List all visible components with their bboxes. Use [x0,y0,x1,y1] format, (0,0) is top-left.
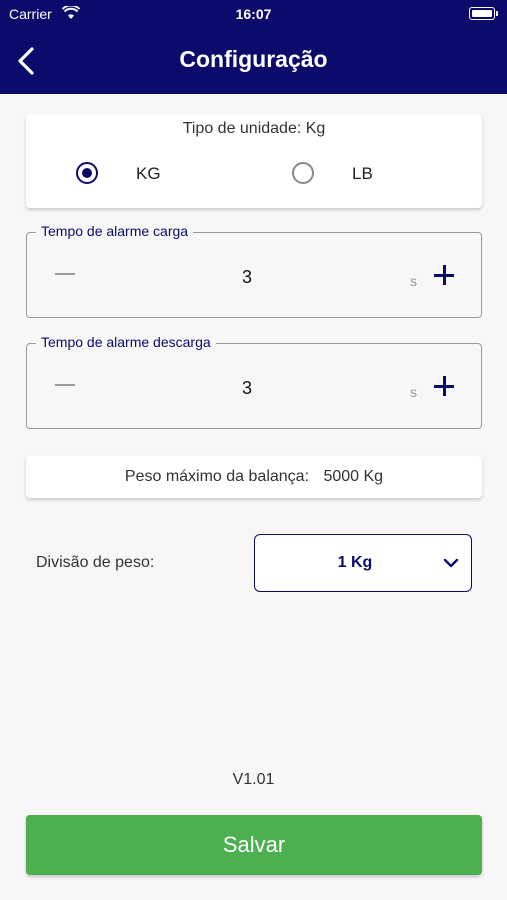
version-label: V1.01 [232,771,275,788]
alarm-load-legend: Tempo de alarme carga [36,223,194,239]
radio-lb-label[interactable]: LB [352,164,373,184]
settings-screen: Carrier 16:07 Configuração Tipo de unida… [0,0,507,900]
max-weight-value: 5000 Kg [323,468,384,485]
battery-icon [469,7,498,20]
increment-button[interactable] [434,265,454,285]
unit-type-title: Tipo de unidade: Kg [182,120,326,137]
radio-kg[interactable] [76,162,98,184]
seconds-unit: s [410,273,417,289]
weight-division-value: 1 Kg [337,554,373,571]
alarm-unload-legend: Tempo de alarme descarga [36,334,216,350]
max-weight-card: Peso máximo da balança: 5000 Kg [26,456,482,498]
seconds-unit: s [410,384,417,400]
radio-kg-label[interactable]: KG [136,164,161,184]
clock: 16:07 [235,6,272,22]
alarm-load-stepper: Tempo de alarme carga s [26,223,482,318]
app-header: Carrier 16:07 Configuração [0,0,507,94]
alarm-unload-input[interactable] [197,378,297,399]
decrement-button[interactable] [55,273,75,275]
weight-division-label: Divisão de peso: [36,554,155,571]
max-weight-label: Peso máximo da balança: [124,468,310,485]
chevron-down-icon [443,558,459,568]
alarm-unload-stepper: Tempo de alarme descarga s [26,334,482,429]
page-title: Configuração [179,46,328,72]
weight-division-select[interactable]: 1 Kg [254,534,472,592]
increment-button[interactable] [434,376,454,396]
unit-type-card: Tipo de unidade: Kg KG LB [26,114,482,208]
status-bar: Carrier 16:07 [0,0,507,28]
save-button[interactable]: Salvar [26,815,482,875]
alarm-load-input[interactable] [197,267,297,288]
radio-lb[interactable] [292,162,314,184]
decrement-button[interactable] [55,384,75,386]
